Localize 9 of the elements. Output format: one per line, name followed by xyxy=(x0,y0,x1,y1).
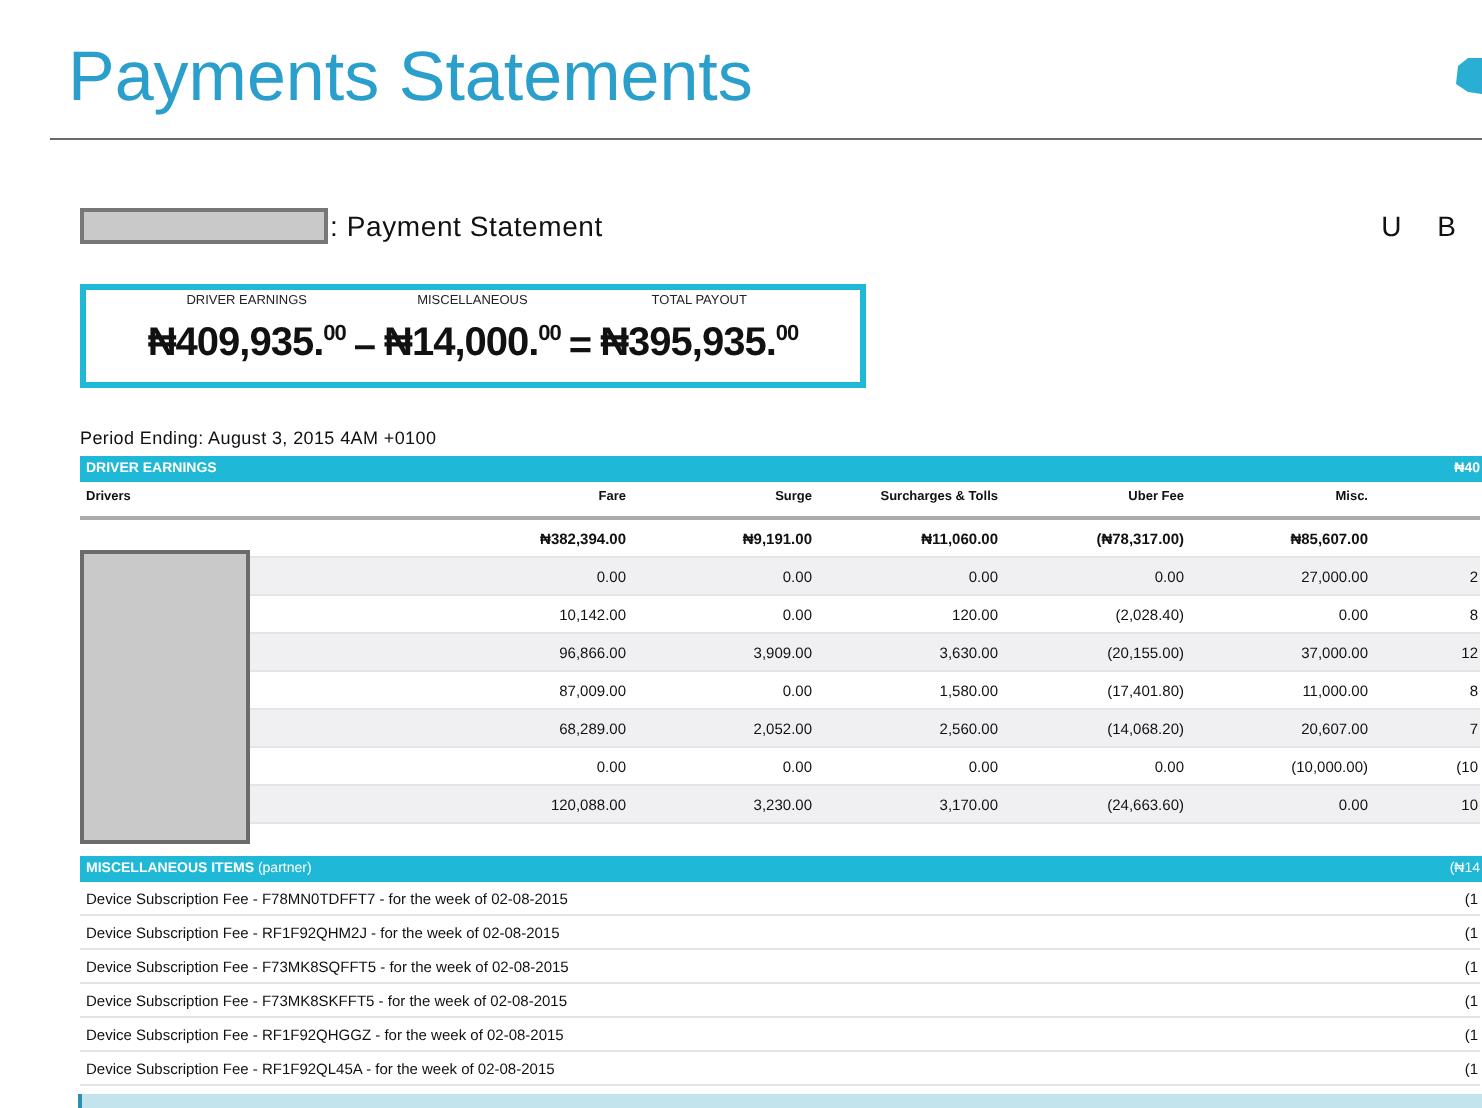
summary-amount: ₦409,935.$^{00}$ xyxy=(147,320,346,370)
operator-sign: = xyxy=(568,322,593,372)
brand-text: U B xyxy=(1381,210,1470,242)
page-title: Payments Statements xyxy=(68,38,753,118)
period-text: Period Ending: August 3, 2015 4AM +0100 xyxy=(80,428,439,448)
operator-sign: – xyxy=(353,322,376,372)
statement-title: : Payment Statement xyxy=(330,210,603,242)
summary-amount: ₦14,000.$^{00}$ xyxy=(384,320,561,370)
summary-amount: ₦395,935.$^{00}$ xyxy=(600,320,799,370)
